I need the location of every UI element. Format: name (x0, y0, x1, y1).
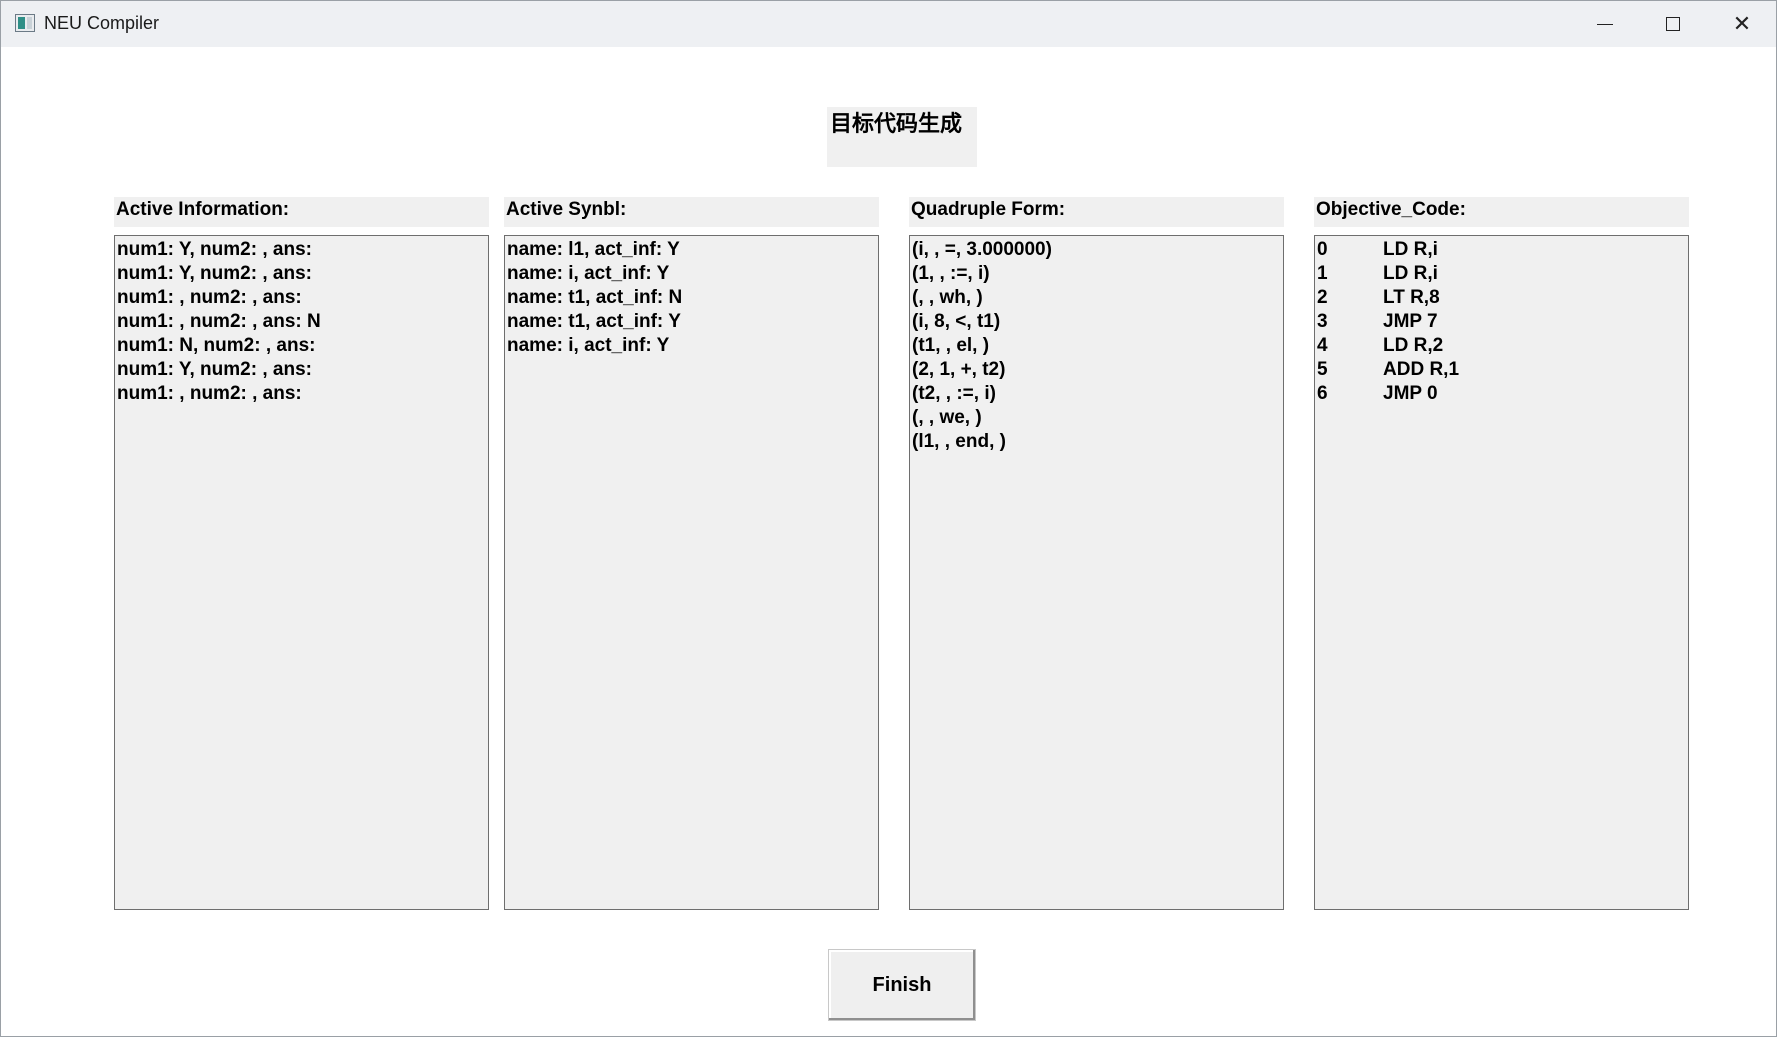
code-line-index: 4 (1317, 335, 1328, 356)
code-line[interactable]: 2 LT R,8 (1317, 286, 1686, 310)
code-line-instruction: LD R,i (1383, 263, 1438, 284)
list-item[interactable]: (2, 1, +, t2) (912, 358, 1281, 382)
list-item[interactable]: num1: N, num2: , ans: (117, 334, 486, 358)
list-item[interactable]: num1: Y, num2: , ans: (117, 358, 486, 382)
code-line-index: 6 (1317, 383, 1328, 404)
app-window-icon (15, 14, 35, 32)
list-item[interactable]: num1: , num2: , ans: (117, 382, 486, 406)
minimize-icon (1597, 23, 1613, 25)
page-title: 目标代码生成 (830, 112, 963, 137)
maximize-icon (1666, 17, 1680, 31)
maximize-button[interactable] (1639, 1, 1707, 47)
list-item[interactable]: (i, 8, <, t1) (912, 310, 1281, 334)
code-line-index: 3 (1317, 311, 1328, 332)
code-line-instruction: JMP 0 (1383, 383, 1438, 404)
list-item[interactable]: num1: , num2: , ans: (117, 286, 486, 310)
minimize-button[interactable] (1571, 1, 1639, 47)
code-line-index: 1 (1317, 263, 1328, 284)
code-line[interactable]: 3 JMP 7 (1317, 310, 1686, 334)
code-line-instruction: JMP 7 (1383, 311, 1438, 332)
title-bar[interactable]: NEU Compiler ✕ (1, 1, 1776, 47)
list-item[interactable]: name: i, act_inf: Y (507, 262, 876, 286)
active-information-label: Active Information: (114, 197, 489, 227)
list-item[interactable]: name: i, act_inf: Y (507, 334, 876, 358)
code-line-instruction: ADD R,1 (1383, 359, 1460, 380)
window-title: NEU Compiler (44, 13, 160, 33)
code-line[interactable]: 1 LD R,i (1317, 262, 1686, 286)
list-item[interactable]: name: l1, act_inf: Y (507, 238, 876, 262)
quadruple-form-list[interactable]: (i, , =, 3.000000) (1, , :=, i) (, , wh, )… (909, 235, 1284, 910)
code-line-index: 0 (1317, 239, 1328, 260)
list-item[interactable]: (t1, , el, ) (912, 334, 1281, 358)
list-item[interactable]: (, , we, ) (912, 406, 1281, 430)
code-line[interactable]: 6 JMP 0 (1317, 382, 1686, 406)
list-item[interactable]: name: t1, act_inf: N (507, 286, 876, 310)
close-icon: ✕ (1732, 11, 1752, 36)
finish-button[interactable]: Finish (828, 949, 976, 1021)
code-line-instruction: LT R,8 (1383, 287, 1440, 308)
code-line[interactable]: 0 LD R,i (1317, 238, 1686, 262)
list-item[interactable]: (l1, , end, ) (912, 430, 1281, 454)
code-line-index: 2 (1317, 287, 1328, 308)
active-symbol-list[interactable]: name: l1, act_inf: Yname: i, act_inf: Yn… (504, 235, 879, 910)
list-item[interactable]: (t2, , :=, i) (912, 382, 1281, 406)
code-line[interactable]: 4 LD R,2 (1317, 334, 1686, 358)
quadruple-form-label: Quadruple Form: (909, 197, 1284, 227)
list-item[interactable]: name: t1, act_inf: Y (507, 310, 876, 334)
code-line-index: 5 (1317, 359, 1328, 380)
list-item[interactable]: num1: Y, num2: , ans: (117, 238, 486, 262)
code-line[interactable]: 5 ADD R,1 (1317, 358, 1686, 382)
active-information-list[interactable]: num1: Y, num2: , ans: num1: Y, num2: , an… (114, 235, 489, 910)
list-item[interactable]: (1, , :=, i) (912, 262, 1281, 286)
active-symbol-label: Active Synbl: (504, 197, 879, 227)
list-item[interactable]: (i, , =, 3.000000) (912, 238, 1281, 262)
objective-code-list[interactable]: 0 LD R,i 1 LD R,i 2 LT R,8 3 JMP 7 4 LD R,2 5 ADD R… (1314, 235, 1689, 910)
code-line-instruction: LD R,i (1383, 239, 1438, 260)
list-item[interactable]: (, , wh, ) (912, 286, 1281, 310)
list-item[interactable]: num1: Y, num2: , ans: (117, 262, 486, 286)
close-button[interactable]: ✕ (1708, 1, 1776, 47)
list-item[interactable]: num1: , num2: , ans: N (117, 310, 486, 334)
code-line-instruction: LD R,2 (1383, 335, 1444, 356)
objective-code-label: Objective_Code: (1314, 197, 1689, 227)
